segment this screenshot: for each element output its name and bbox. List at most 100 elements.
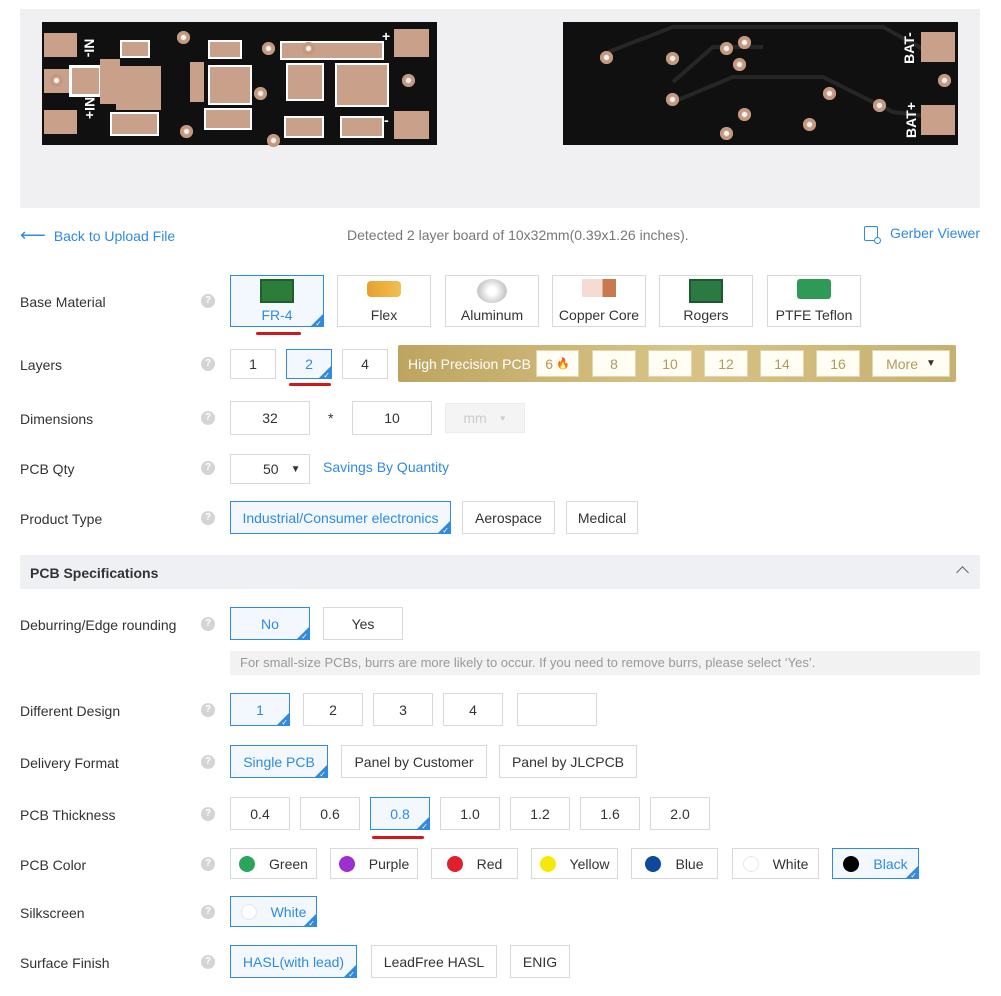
thickness-option-0-4[interactable]: 0.4	[230, 797, 290, 830]
help-icon[interactable]: ?	[201, 411, 215, 425]
caret-down-icon: ▼	[290, 463, 301, 475]
help-icon[interactable]: ?	[201, 955, 215, 969]
help-icon[interactable]: ?	[201, 755, 215, 769]
arrow-left-icon: ⟵	[20, 225, 46, 245]
rogers-board-icon	[689, 279, 723, 303]
color-option-white[interactable]: White	[732, 848, 819, 879]
thickness-option-2-0[interactable]: 2.0	[650, 797, 710, 830]
thickness-option-0-6[interactable]: 0.6	[300, 797, 360, 830]
high-precision-label: High Precision PCB	[408, 356, 531, 372]
thickness-option-1-6[interactable]: 1.6	[580, 797, 640, 830]
design-option-4[interactable]: 4	[443, 693, 503, 726]
length-input[interactable]: 32	[230, 401, 310, 435]
material-label: FR-4	[261, 307, 293, 323]
hp-layer-option-6[interactable]: 6 🔥	[536, 350, 579, 377]
gerber-viewer-label: Gerber Viewer	[890, 225, 981, 241]
back-to-upload-link[interactable]: ⟵ Back to Upload File	[20, 225, 175, 246]
layer-option-1[interactable]: 1	[230, 349, 276, 379]
hp-layer-option-12[interactable]: 12	[704, 350, 748, 377]
material-option-aluminum[interactable]: Aluminum	[445, 275, 539, 327]
help-icon[interactable]: ?	[201, 461, 215, 475]
hp-layer-option-16[interactable]: 16	[816, 350, 860, 377]
material-option-rogers[interactable]: Rogers	[659, 275, 753, 327]
material-label: Aluminum	[460, 307, 524, 323]
color-name: Black	[873, 855, 908, 872]
high-precision-pcb-group: High Precision PCB 6 🔥 8 10 12 14 16 Mor…	[398, 345, 956, 382]
delivery-panel-by-customer[interactable]: Panel by Customer	[341, 745, 487, 778]
pcb-preview: NI- + NI+ - BAT- BAT+	[20, 9, 980, 208]
material-label: Copper Core	[558, 307, 640, 323]
help-icon[interactable]: ?	[201, 703, 215, 717]
finish-option-leadfree-hasl[interactable]: LeadFree HASL	[371, 945, 497, 978]
material-option-fr4[interactable]: FR-4	[230, 275, 324, 328]
silk-label-minus-top: -	[384, 112, 389, 128]
pcb-qty-select[interactable]: 50 ▼	[230, 454, 310, 484]
finish-option-enig[interactable]: ENIG	[510, 945, 570, 978]
delivery-format-label: Delivery Format	[20, 755, 119, 771]
material-option-copper-core[interactable]: Copper Core	[552, 275, 646, 327]
delivery-panel-by-jlcpcb[interactable]: Panel by JLCPCB	[499, 745, 637, 778]
annotation-underline-thickness	[372, 836, 424, 839]
color-option-green[interactable]: Green	[230, 848, 317, 879]
material-option-ptfe-teflon[interactable]: PTFE Teflon	[767, 275, 861, 327]
gerber-viewer-link[interactable]: Gerber Viewer	[864, 225, 981, 244]
product-type-medical[interactable]: Medical	[566, 501, 638, 534]
design-custom-input[interactable]	[517, 693, 597, 726]
color-option-blue[interactable]: Blue	[631, 848, 718, 879]
pcb-color-label: PCB Color	[20, 857, 87, 873]
silkscreen-option-white[interactable]: White	[230, 896, 317, 928]
help-icon[interactable]: ?	[201, 294, 215, 308]
thickness-option-1-2[interactable]: 1.2	[510, 797, 570, 830]
material-option-flex[interactable]: Flex	[337, 275, 431, 327]
help-icon[interactable]: ?	[201, 807, 215, 821]
design-option-3[interactable]: 3	[373, 693, 433, 726]
black-swatch	[843, 855, 860, 872]
help-icon[interactable]: ?	[201, 357, 215, 371]
thickness-option-0-8[interactable]: 0.8	[370, 797, 430, 831]
white-swatch	[240, 903, 257, 920]
pcb-top-view: NI- + NI+ -	[42, 22, 437, 147]
savings-by-quantity-link[interactable]: Savings By Quantity	[323, 459, 449, 475]
delivery-single-pcb[interactable]: Single PCB	[230, 745, 328, 779]
hp-layer-option-8[interactable]: 8	[592, 350, 636, 377]
silk-label-bat-minus: BAT-	[900, 32, 917, 64]
blue-swatch	[645, 855, 662, 872]
color-name: Red	[476, 855, 503, 872]
width-input[interactable]: 10	[352, 401, 432, 435]
color-name: Purple	[368, 855, 410, 872]
hp-layer-option-14[interactable]: 14	[760, 350, 804, 377]
thickness-option-1-0[interactable]: 1.0	[440, 797, 500, 830]
trace-lines	[607, 25, 934, 119]
product-type-aerospace[interactable]: Aerospace	[462, 501, 555, 534]
help-icon[interactable]: ?	[201, 857, 215, 871]
color-option-black[interactable]: Black	[832, 848, 919, 880]
material-label: PTFE Teflon	[775, 307, 853, 323]
silk-label-plus-top: +	[382, 28, 391, 44]
pcb-qty-label: PCB Qty	[20, 461, 75, 477]
green-swatch	[239, 855, 256, 872]
layer-option-2[interactable]: 2	[286, 349, 332, 380]
surface-finish-label: Surface Finish	[20, 955, 110, 971]
deburring-option-yes[interactable]: Yes	[323, 607, 403, 640]
deburring-label: Deburring/Edge rounding	[20, 617, 177, 633]
hp-layer-option-10[interactable]: 10	[648, 350, 692, 377]
product-type-industrial[interactable]: Industrial/Consumer electronics	[230, 501, 451, 535]
layer-option-4[interactable]: 4	[342, 349, 388, 379]
back-link-label: Back to Upload File	[53, 227, 176, 244]
color-option-yellow[interactable]: Yellow	[531, 848, 618, 879]
silkscreen-name: White	[270, 903, 307, 920]
help-icon[interactable]: ?	[201, 511, 215, 525]
pcb-specifications-header[interactable]: PCB Specifications	[20, 555, 980, 589]
design-option-2[interactable]: 2	[303, 693, 363, 726]
deburring-option-no[interactable]: No	[230, 607, 310, 641]
help-icon[interactable]: ?	[201, 617, 215, 631]
unit-select[interactable]: mm ▼	[445, 403, 525, 433]
finish-option-hasl-lead[interactable]: HASL(with lead)	[230, 945, 357, 979]
caret-down-icon: ▼	[498, 413, 507, 423]
help-icon[interactable]: ?	[201, 905, 215, 919]
design-option-1[interactable]: 1	[230, 693, 290, 727]
base-material-label: Base Material	[20, 294, 106, 310]
more-layers-dropdown[interactable]: More ▼	[872, 350, 950, 377]
color-option-purple[interactable]: Purple	[330, 848, 418, 879]
color-option-red[interactable]: Red	[431, 848, 518, 879]
